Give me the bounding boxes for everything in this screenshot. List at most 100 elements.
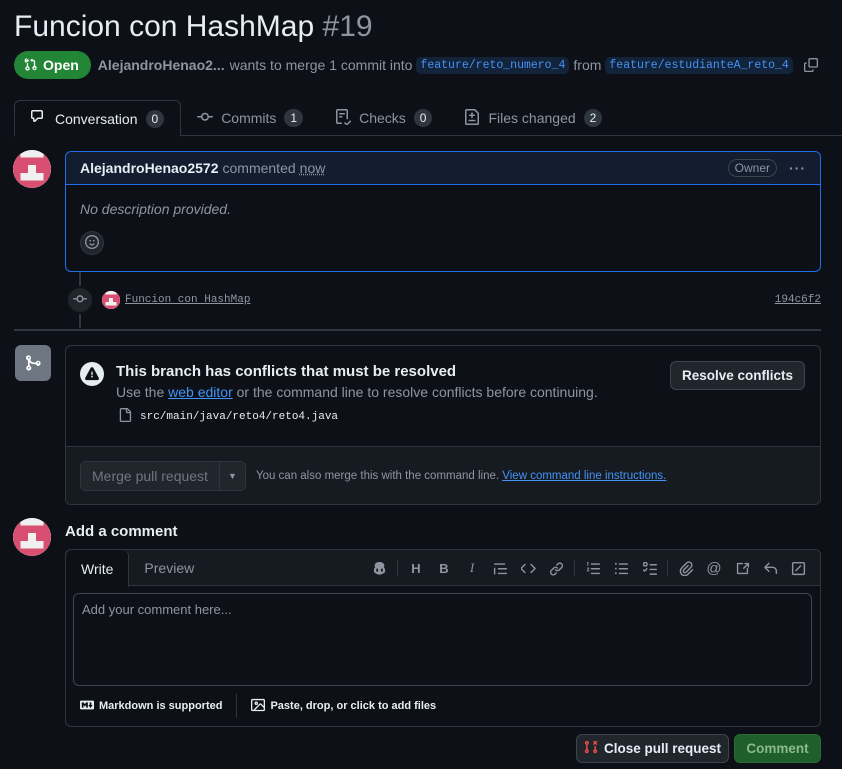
state-badge: Open [14, 51, 91, 79]
alert-icon [80, 362, 104, 386]
toolbar-divider [397, 560, 398, 576]
comment-discussion-icon [31, 109, 47, 128]
tab-conversation-label: Conversation [55, 110, 138, 127]
pr-author-link[interactable]: AlejandroHenao2... [98, 57, 225, 73]
tab-files-changed[interactable]: Files changed 2 [448, 100, 618, 136]
merge-pull-request-button[interactable]: Merge pull request [81, 461, 219, 490]
merge-hint-text: You can also merge this with the command… [255, 469, 500, 482]
tab-commits[interactable]: Commits 1 [181, 100, 319, 136]
tab-write[interactable]: Write [65, 550, 130, 587]
close-pull-request-button[interactable]: Close pull request [576, 734, 729, 763]
comment-header: AlejandroHenao2572 commented now Owner ·… [66, 152, 820, 185]
pr-description-comment: AlejandroHenao2572 commented now Owner ·… [65, 151, 821, 272]
file-diff-icon [464, 108, 480, 128]
attach-note: Paste, drop, or click to add files [270, 700, 437, 712]
comment-textarea[interactable]: Add your comment here... [73, 593, 812, 686]
avatar[interactable] [13, 150, 51, 188]
commit-message-link[interactable]: Funcion con HashMap [125, 294, 250, 306]
checklist-icon [335, 108, 352, 128]
add-comment-title: Add a comment [65, 523, 178, 540]
pr-title-text: Funcion con HashMap [14, 10, 315, 43]
footer-divider [236, 694, 238, 718]
merge-action-bar: Merge pull request ▼ You can also merge … [66, 447, 820, 504]
conflict-file-path: src/main/java/reto4/reto4.java [140, 410, 339, 423]
heading-icon[interactable]: H [402, 554, 430, 582]
tab-preview[interactable]: Preview [129, 550, 209, 586]
state-label: Open [43, 57, 79, 73]
reply-icon[interactable] [756, 554, 784, 582]
paperclip-icon[interactable] [672, 554, 700, 582]
markdown-supported-link[interactable]: Markdown is supported [80, 698, 222, 715]
tab-conversation[interactable]: Conversation 0 [14, 100, 182, 137]
file-icon [118, 408, 132, 425]
copilot-icon[interactable] [365, 554, 393, 582]
comment-time[interactable]: now [300, 160, 326, 176]
pull-request-closed-icon [584, 740, 598, 757]
tab-files-count: 2 [583, 109, 603, 127]
web-editor-link[interactable]: web editor [168, 384, 233, 400]
comment-submit-button[interactable]: Comment [734, 734, 821, 763]
editor-tabs: Write Preview H B I @ [65, 550, 820, 587]
pr-number: #19 [322, 10, 373, 43]
merge-options-dropdown[interactable]: ▼ [218, 461, 245, 490]
attach-files-button[interactable]: Paste, drop, or click to add files [251, 698, 436, 715]
conflict-panel: This branch has conflicts that must be r… [66, 346, 820, 447]
commit-node [66, 286, 94, 314]
kebab-menu-icon[interactable]: ··· [789, 160, 806, 176]
copy-icon[interactable] [803, 58, 818, 72]
comment-action: commented [222, 160, 296, 176]
tab-checks-label: Checks [359, 110, 406, 126]
conflict-file: src/main/java/reto4/reto4.java [118, 408, 338, 425]
avatar[interactable] [13, 518, 51, 556]
head-branch[interactable]: feature/estudianteA_reto_4 [605, 56, 793, 74]
code-icon[interactable] [514, 554, 542, 582]
bold-icon[interactable]: B [430, 554, 458, 582]
smiley-icon [85, 234, 99, 252]
merge-text: wants to merge 1 commit into [229, 57, 413, 73]
toolbar-divider [574, 560, 575, 576]
comment-body: No description provided. [80, 201, 231, 217]
fullscreen-icon[interactable] [784, 554, 812, 582]
unordered-list-icon[interactable] [607, 554, 635, 582]
quote-icon[interactable] [486, 554, 514, 582]
cross-reference-icon[interactable] [728, 554, 756, 582]
conflict-sub-suffix: or the command line to resolve conflicts… [236, 384, 598, 400]
markdown-note: Markdown is supported [99, 700, 223, 712]
close-pr-label: Close pull request [603, 741, 722, 756]
tab-commits-label: Commits [221, 110, 277, 126]
merge-button-group: Merge pull request ▼ [80, 460, 246, 491]
timeline-divider [14, 329, 821, 331]
formatting-toolbar: H B I @ [365, 550, 812, 586]
pr-meta: Open AlejandroHenao2... wants to merge 1… [14, 51, 818, 79]
git-commit-icon [73, 292, 87, 309]
tab-conversation-count: 0 [145, 109, 165, 128]
mention-icon[interactable]: @ [700, 554, 728, 582]
ordered-list-icon[interactable] [579, 554, 607, 582]
commit-author-avatar[interactable] [102, 291, 120, 309]
owner-badge: Owner [727, 159, 777, 177]
editor-footer: Markdown is supported Paste, drop, or cl… [80, 693, 812, 719]
merge-hint: You can also merge this with the command… [256, 470, 666, 482]
tab-checks[interactable]: Checks 0 [319, 100, 448, 136]
resolve-conflicts-button[interactable]: Resolve conflicts [669, 361, 805, 390]
comment-author[interactable]: AlejandroHenao2572 [80, 160, 219, 176]
task-list-icon[interactable] [635, 554, 663, 582]
command-line-instructions-link[interactable]: View command line instructions. [502, 470, 666, 482]
triangle-down-icon: ▼ [227, 470, 237, 481]
link-icon[interactable] [542, 554, 570, 582]
from-text: from [573, 57, 602, 73]
italic-icon[interactable]: I [458, 554, 486, 582]
merge-box: This branch has conflicts that must be r… [65, 345, 821, 505]
git-commit-icon [197, 109, 214, 128]
base-branch[interactable]: feature/reto_numero_4 [416, 56, 570, 74]
conflict-sub-prefix: Use the [116, 384, 165, 400]
commit-sha-link[interactable]: 194c6f2 [775, 294, 821, 306]
add-reaction-button[interactable] [80, 231, 104, 255]
git-merge-status-icon [15, 345, 51, 381]
conflict-subtitle: Use the web editor or the command line t… [116, 384, 598, 400]
toolbar-divider [667, 560, 668, 576]
pr-title: Funcion con HashMap #19 [14, 10, 373, 44]
tab-files-label: Files changed [488, 110, 576, 126]
conflict-title: This branch has conflicts that must be r… [116, 363, 457, 380]
comment-editor: Write Preview H B I @ Add your comment h… [65, 549, 821, 727]
